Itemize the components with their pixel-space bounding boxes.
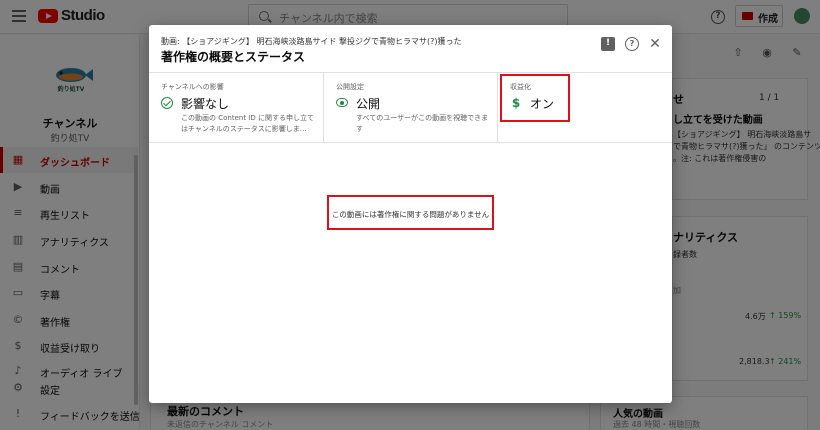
visibility-section: 公開設定 公開 すべてのユーザーがこの動画を視聴できます (324, 73, 498, 142)
message-highlight-box (327, 195, 494, 230)
help-icon[interactable]: ? (625, 37, 639, 51)
check-circle-icon (161, 97, 173, 109)
section-label: チャンネルへの影響 (161, 83, 224, 91)
eye-icon (336, 98, 348, 107)
dialog-title: 著作権の概要とステータス (161, 50, 306, 64)
section-description: すべてのユーザーがこの動画を視聴できます (356, 114, 489, 133)
divider (149, 142, 672, 143)
dialog-subtitle: 動画: 【ショアジギング】 明石海峡淡路島サイド 撃投ジグで青物ヒラマサ(?)獲… (161, 37, 462, 46)
section-value: 影響なし (181, 97, 230, 111)
close-icon[interactable]: ✕ (648, 37, 662, 51)
channel-impact-section: チャンネルへの影響 影響なし この動画の Content ID に関する申し立て… (149, 73, 323, 142)
monetization-highlight-box (500, 74, 570, 122)
feedback-icon[interactable] (601, 37, 615, 51)
section-value: 公開 (356, 97, 381, 111)
section-description: この動画の Content ID に関する申し立てはチャンネルのステータスに影響… (181, 114, 314, 133)
section-label: 公開設定 (336, 83, 364, 91)
